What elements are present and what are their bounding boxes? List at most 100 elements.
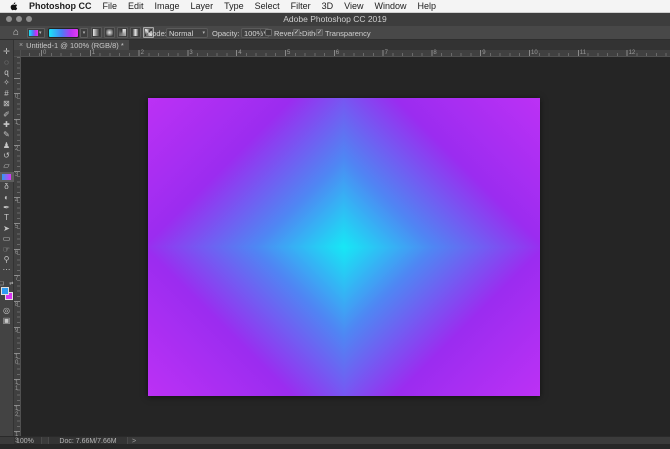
- swap-colors-icon[interactable]: ⇄: [9, 281, 13, 287]
- foreground-color-swatch[interactable]: [1, 287, 9, 295]
- dodge-tool-icon: ◐: [4, 193, 9, 203]
- marquee-tool[interactable]: ◌: [0, 57, 14, 67]
- h-ruler-label: 9: [482, 50, 485, 57]
- menu-item-layer[interactable]: Layer: [191, 1, 214, 11]
- document-canvas[interactable]: [148, 98, 540, 396]
- zoom-tool[interactable]: ⚲: [0, 255, 14, 265]
- reflected-gradient-button[interactable]: [130, 27, 141, 38]
- divider: [260, 28, 261, 38]
- eyedropper-tool-icon: ✐: [3, 110, 10, 120]
- tool-options-bar: ⌂ ▾ ▾ Mode: Normal ▾ Opacity: 100% ▾ Rev…: [0, 26, 670, 40]
- menu-item-help[interactable]: Help: [417, 1, 436, 11]
- dodge-tool[interactable]: ◐: [0, 192, 14, 202]
- mode-select[interactable]: Normal ▾: [166, 28, 208, 38]
- window-title: Adobe Photoshop CC 2019: [0, 13, 670, 26]
- pen-tool-icon: ✒: [3, 203, 10, 213]
- v-ruler-label: 11: [15, 380, 21, 392]
- home-icon[interactable]: ⌂: [13, 27, 19, 39]
- h-ruler-label: 1: [92, 50, 95, 57]
- brush-tool[interactable]: ✎: [0, 130, 14, 140]
- clone-stamp-tool[interactable]: ♟: [0, 141, 14, 151]
- move-tool[interactable]: ✛: [0, 47, 14, 57]
- menu-item-3d[interactable]: 3D: [322, 1, 334, 11]
- quick-mask-icon: ◎: [3, 306, 10, 316]
- menu-item-view[interactable]: View: [344, 1, 363, 11]
- type-tool-icon: T: [4, 213, 9, 223]
- reverse-checkbox[interactable]: [265, 29, 272, 36]
- h-ruler-label: 8: [433, 50, 436, 57]
- hand-tool[interactable]: ☞: [0, 244, 14, 254]
- gradient-quadrant-bottom-right: [344, 247, 540, 396]
- gradient-preset-icon: [29, 30, 38, 36]
- ruler-origin-corner[interactable]: [14, 50, 21, 57]
- linear-gradient-icon: [93, 29, 100, 36]
- frame-tool-icon: ⊠: [3, 99, 10, 109]
- menu-item-filter[interactable]: Filter: [291, 1, 311, 11]
- photoshop-window: Photoshop CC File Edit Image Layer Type Selec…: [0, 0, 670, 449]
- zoom-tool-icon: ⚲: [4, 255, 10, 265]
- h-ruler-label: 3: [189, 50, 192, 57]
- tab-title: Untitled-1 @ 100% (RGB/8) *: [26, 41, 124, 50]
- v-ruler-label: 4: [15, 198, 21, 204]
- eraser-tool[interactable]: ▱: [0, 161, 14, 171]
- eraser-tool-icon: ▱: [3, 161, 9, 171]
- angle-gradient-button[interactable]: [117, 27, 128, 38]
- apple-menu[interactable]: [10, 2, 18, 11]
- tool-preset-picker[interactable]: ▾: [27, 28, 45, 38]
- document-tab-bar: × Untitled-1 @ 100% (RGB/8) *: [14, 40, 670, 50]
- blur-tool[interactable]: δ: [0, 182, 14, 192]
- status-bar: 100% Doc: 7.66M/7.66M >: [0, 436, 670, 444]
- menu-item-edit[interactable]: Edit: [128, 1, 144, 11]
- gradient-quadrant-top-right: [344, 98, 540, 247]
- crop-tool[interactable]: #: [0, 89, 14, 99]
- h-ruler-label: 2: [141, 50, 144, 57]
- edit-toolbar-button[interactable]: ⋯: [0, 265, 14, 275]
- dither-checkbox[interactable]: ✓: [293, 29, 300, 36]
- opacity-label: Opacity:: [212, 29, 240, 38]
- menu-item-window[interactable]: Window: [374, 1, 406, 11]
- mode-label: Mode:: [146, 29, 167, 38]
- horizontal-ruler[interactable]: 0123456789101112: [14, 50, 670, 57]
- path-selection-tool[interactable]: ➤: [0, 224, 14, 234]
- gradient-tool[interactable]: [0, 172, 14, 182]
- brush-tool-icon: ✎: [3, 130, 10, 140]
- shape-tool[interactable]: ▭: [0, 234, 14, 244]
- menu-item-file[interactable]: File: [103, 1, 118, 11]
- type-tool[interactable]: T: [0, 213, 14, 223]
- chevron-down-icon: ▾: [202, 31, 205, 36]
- document-tab[interactable]: × Untitled-1 @ 100% (RGB/8) *: [14, 40, 129, 50]
- v-ruler-label: 8: [15, 302, 21, 308]
- healing-brush-tool[interactable]: ✚: [0, 120, 14, 130]
- vertical-ruler[interactable]: 012345678910111213: [14, 57, 21, 436]
- quick-mask-button[interactable]: ◎: [0, 306, 14, 316]
- lasso-tool-icon: ɋ: [4, 68, 8, 78]
- v-ruler-label: 2: [15, 146, 21, 152]
- apple-icon: [10, 2, 18, 11]
- menu-item-photoshop-cc[interactable]: Photoshop CC: [29, 1, 92, 11]
- h-ruler-label: 0: [43, 50, 46, 57]
- menu-item-type[interactable]: Type: [224, 1, 244, 11]
- h-ruler-label: 6: [336, 50, 339, 57]
- tab-close-icon[interactable]: ×: [19, 42, 23, 49]
- menu-item-select[interactable]: Select: [255, 1, 280, 11]
- tools-panel: ✛◌ɋ✧#⊠✐✚✎♟↺▱δ◐✒T➤▭☞⚲⋯ ❏ ⇄ ◎▣: [0, 40, 14, 436]
- history-brush-tool[interactable]: ↺: [0, 151, 14, 161]
- transparency-checkbox[interactable]: ✓: [316, 29, 323, 36]
- linear-gradient-button[interactable]: [91, 27, 102, 38]
- magic-wand-tool[interactable]: ✧: [0, 78, 14, 88]
- v-ruler-label: 3: [15, 172, 21, 178]
- eyedropper-tool[interactable]: ✐: [0, 109, 14, 119]
- pen-tool[interactable]: ✒: [0, 203, 14, 213]
- screen-mode-button[interactable]: ▣: [0, 316, 14, 326]
- radial-gradient-button[interactable]: [104, 27, 115, 38]
- v-ruler-label: 6: [15, 250, 21, 256]
- gradient-picker-dropdown[interactable]: ▾: [80, 28, 88, 38]
- menu-item-image[interactable]: Image: [155, 1, 180, 11]
- h-ruler-label: 5: [287, 50, 290, 57]
- v-ruler-label: 5: [15, 224, 21, 230]
- history-brush-tool-icon: ↺: [3, 151, 10, 161]
- gradient-editor-preview[interactable]: [48, 28, 79, 38]
- v-ruler-label: 1: [15, 120, 21, 126]
- lasso-tool[interactable]: ɋ: [0, 68, 14, 78]
- frame-tool[interactable]: ⊠: [0, 99, 14, 109]
